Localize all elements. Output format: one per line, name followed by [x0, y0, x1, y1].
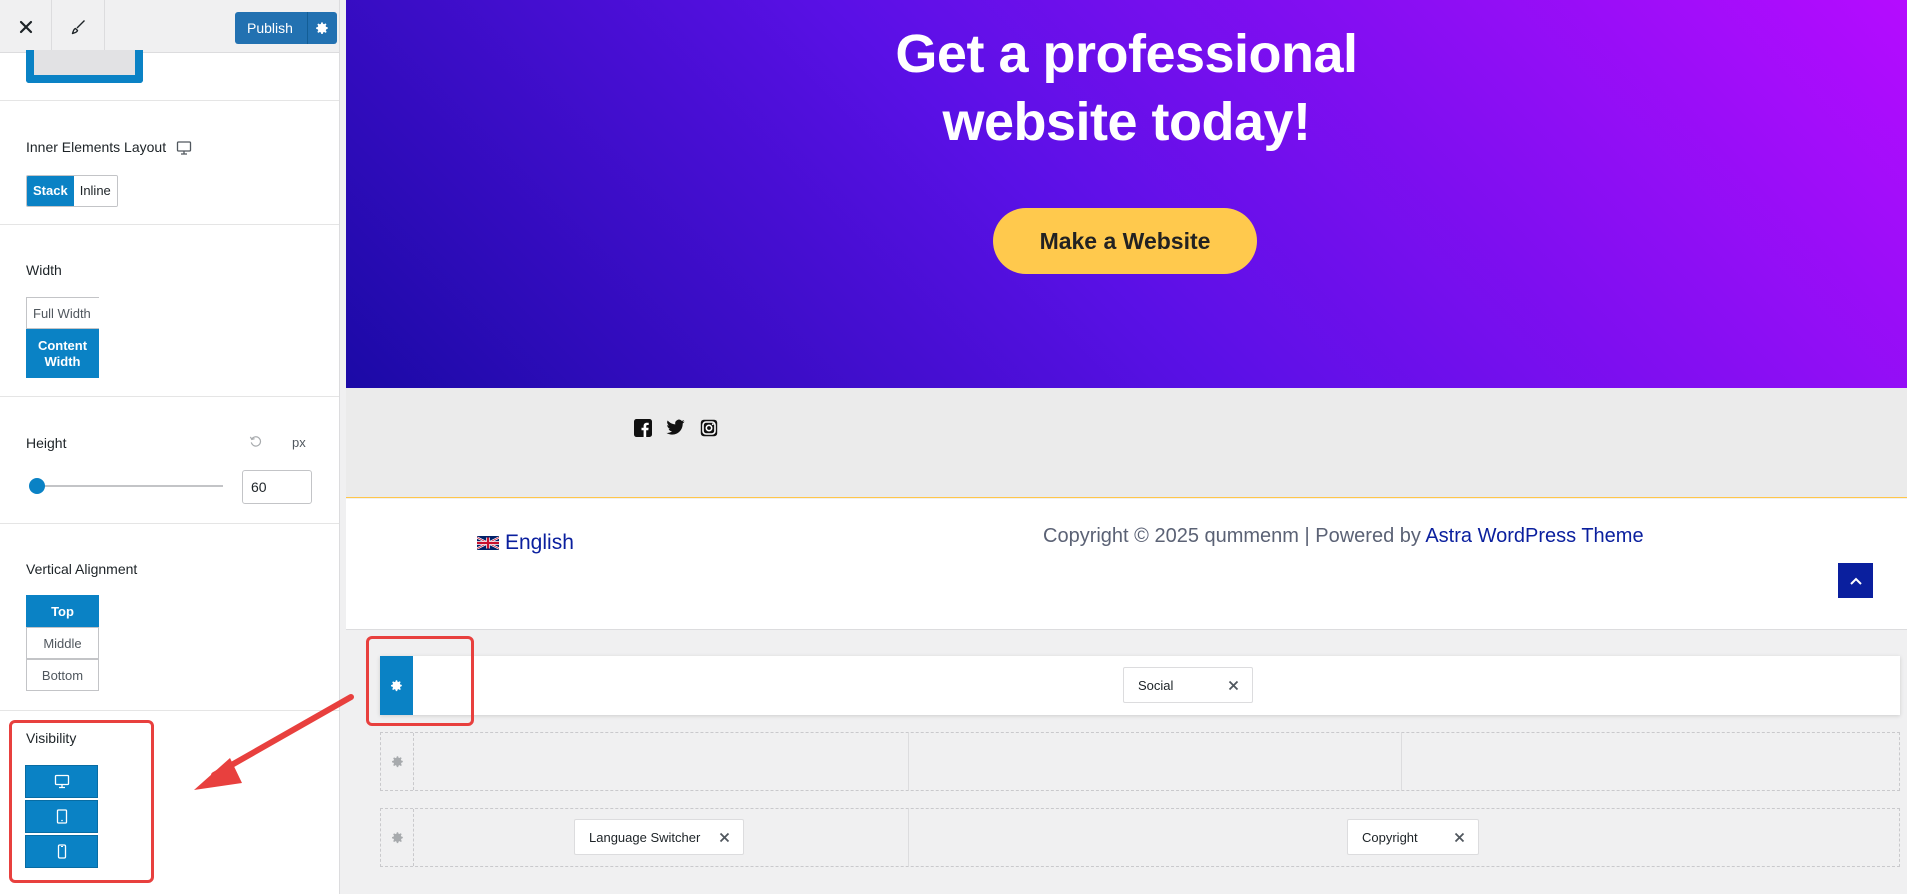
publish-button-group: Publish [235, 12, 337, 44]
publish-settings-button[interactable] [306, 12, 337, 44]
builder-row-above-footer[interactable]: Social [380, 656, 1900, 715]
customizer-app: Publish Inner Elements Layout Stack Inli… [0, 0, 1907, 894]
divider [0, 396, 339, 397]
height-label: Height [26, 435, 67, 451]
hero-section: Get a professional website today! Make a… [346, 0, 1907, 388]
divider [0, 523, 339, 524]
hero-heading-line-2: website today! [942, 92, 1311, 152]
row-settings-button[interactable] [381, 733, 414, 790]
divider [0, 100, 339, 101]
gear-icon [391, 756, 403, 768]
footer-bar: English Copyright © 2025 qummenm | Power… [346, 499, 1907, 630]
builder-row-primary-footer[interactable] [380, 732, 1900, 791]
publish-button[interactable]: Publish [235, 12, 307, 44]
copyright-text: Copyright © 2025 qummenm | Powered by As… [1043, 525, 1644, 548]
sidebar-scrollbar[interactable] [339, 380, 340, 894]
align-top-option[interactable]: Top [26, 595, 99, 627]
column-separator [908, 733, 909, 790]
remove-language-switcher-button[interactable] [715, 828, 733, 846]
gear-icon [391, 832, 403, 844]
brush-icon [71, 19, 85, 34]
annotation-highlight-visibility [9, 720, 154, 883]
height-slider-track[interactable] [33, 485, 223, 487]
hero-heading-line-1: Get a professional [895, 24, 1358, 84]
column-separator [908, 809, 909, 866]
layout-stack-option[interactable]: Stack [27, 176, 74, 206]
close-icon [1228, 680, 1238, 690]
vertical-alignment-label: Vertical Alignment [26, 561, 138, 577]
footer-social-row [346, 388, 1907, 498]
facebook-icon[interactable] [633, 418, 652, 437]
close-icon [719, 832, 729, 842]
gear-icon [316, 22, 329, 35]
twitter-icon[interactable] [666, 418, 685, 437]
copyright-prefix: Copyright © 2025 qummenm | Powered by [1043, 525, 1426, 547]
language-switcher[interactable]: English [477, 531, 574, 555]
language-switcher-widget-label: Language Switcher [589, 829, 701, 845]
design-mode-button[interactable] [53, 0, 105, 53]
scroll-to-top-button[interactable] [1838, 563, 1873, 598]
layout-inline-option[interactable]: Inline [73, 176, 117, 206]
builder-row-below-footer[interactable]: Language Switcher Copyright [380, 808, 1900, 867]
height-slider-handle[interactable] [29, 478, 45, 494]
annotation-arrow [194, 694, 354, 790]
remove-social-button[interactable] [1224, 676, 1242, 694]
align-middle-option[interactable]: Middle [26, 627, 99, 659]
width-full-option[interactable]: Full Width [26, 297, 99, 329]
social-widget-label: Social [1138, 677, 1174, 693]
width-content-option[interactable]: Content Width [26, 329, 99, 378]
inner-layout-toggle: Stack Inline [26, 175, 118, 207]
close-button[interactable] [0, 0, 52, 53]
reset-icon[interactable] [249, 435, 262, 448]
astra-theme-link[interactable]: Astra WordPress Theme [1425, 525, 1643, 547]
close-icon [1454, 832, 1464, 842]
social-icons [633, 418, 718, 437]
annotation-highlight-row-settings [366, 636, 474, 726]
copyright-widget-chip[interactable]: Copyright [1347, 819, 1479, 855]
uk-flag-icon [477, 536, 499, 550]
close-icon [19, 20, 32, 33]
chevron-up-icon [1849, 577, 1862, 585]
language-label: English [505, 531, 574, 554]
divider [0, 224, 339, 225]
hero-heading: Get a professional website today! [346, 20, 1907, 156]
height-input[interactable]: 60 [242, 470, 312, 504]
instagram-icon[interactable] [699, 418, 718, 437]
column-separator [1401, 733, 1402, 790]
make-website-button[interactable]: Make a Website [993, 208, 1257, 274]
remove-copyright-button[interactable] [1450, 828, 1468, 846]
row-settings-button[interactable] [381, 809, 414, 866]
desktop-icon[interactable] [176, 140, 192, 156]
site-preview: Get a professional website today! Make a… [346, 0, 1907, 894]
language-switcher-widget-chip[interactable]: Language Switcher [574, 819, 744, 855]
inner-layout-label: Inner Elements Layout [26, 139, 167, 155]
height-unit[interactable]: px [292, 435, 306, 450]
customizer-topbar: Publish [0, 0, 339, 53]
copyright-widget-label: Copyright [1362, 829, 1418, 845]
align-bottom-option[interactable]: Bottom [26, 659, 99, 691]
social-widget-chip[interactable]: Social [1123, 667, 1253, 703]
width-label: Width [26, 262, 62, 278]
layout-preview-thumbnail[interactable] [26, 50, 143, 83]
